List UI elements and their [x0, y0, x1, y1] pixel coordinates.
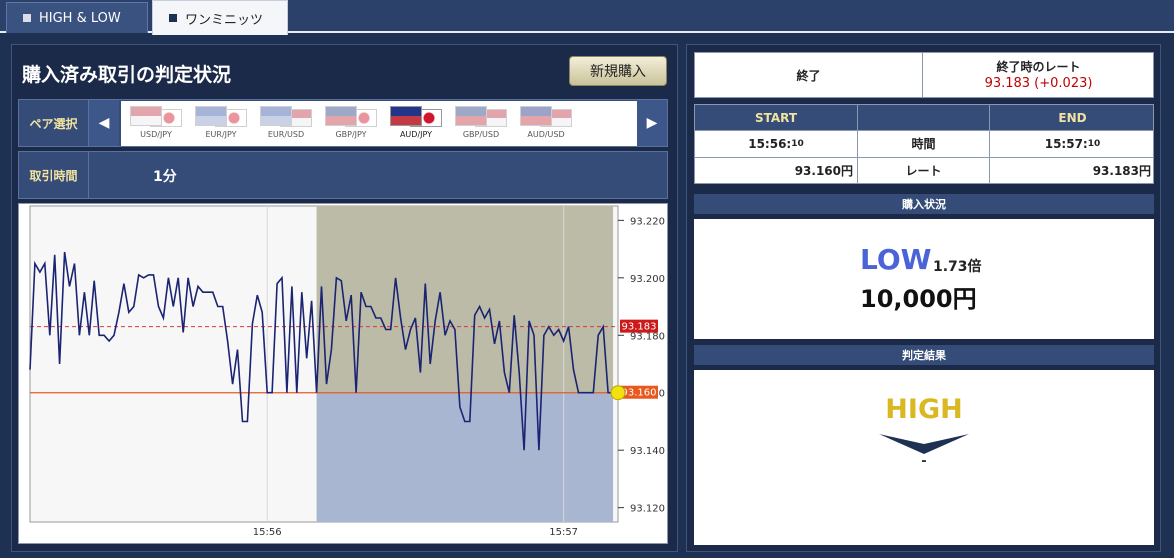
pair-next-arrow-icon[interactable]: ▶ — [637, 100, 667, 146]
judgement-result-header: 判定結果 — [694, 345, 1154, 365]
purchase-status-box: LOW 1.73倍 10,000円 — [694, 219, 1154, 339]
y-tick-label: 93.180 — [630, 331, 665, 342]
current-point — [610, 385, 626, 401]
currency-flag-icon — [195, 106, 247, 128]
end-header: END — [1058, 110, 1087, 125]
current-rate-tag: 93.183 — [622, 322, 657, 333]
tab-label: ワンミニッツ — [185, 12, 264, 28]
trade-direction: LOW — [860, 243, 932, 276]
time-label: 時間 — [911, 137, 936, 151]
start-end-table: START END 15:56: 10 時間 15:57: 10 93.160円 レ… — [694, 104, 1154, 184]
rate-label: レート — [905, 164, 942, 178]
end-summary: 終了 終了時のレート 93.183 (+0.023) — [694, 52, 1154, 98]
pair-name: GBP/USD — [462, 130, 500, 139]
pair-prev-arrow-icon[interactable]: ◀ — [89, 100, 119, 146]
pair-option-eur-jpy[interactable]: EUR/JPY — [192, 106, 250, 142]
page-title: 購入済み取引の判定状況 — [22, 64, 232, 86]
low-zone — [316, 392, 614, 522]
x-tick-label: 15:57 — [549, 527, 578, 538]
pair-name: AUD/JPY — [399, 130, 433, 139]
pair-option-aud-usd[interactable]: AUD/USD — [517, 106, 575, 142]
pair-name: USD/JPY — [140, 130, 172, 139]
currency-flag-icon — [260, 106, 312, 128]
x-tick-label: 15:56 — [253, 527, 282, 538]
pair-name: GBP/JPY — [335, 130, 367, 139]
end-rate: 93.183円 — [1092, 164, 1151, 178]
chevron-down-icon — [879, 434, 969, 454]
pair-option-eur-usd[interactable]: EUR/USD — [257, 106, 315, 142]
end-time-sec: 10 — [1087, 138, 1101, 149]
y-tick-label: 93.120 — [630, 504, 665, 515]
payout-rate: 1.73倍 — [933, 259, 982, 275]
judgement-result-box: HIGH - — [694, 370, 1154, 545]
tab-one-minute[interactable]: ワンミニッツ — [152, 0, 288, 35]
pair-name: AUD/USD — [527, 130, 565, 139]
currency-flag-icon — [520, 106, 572, 128]
end-status: 終了 — [695, 53, 923, 97]
rate-chart: 15:56 15:57 93.220 93.200 93.180 93.160 93.140… — [18, 203, 668, 544]
trade-time-row: 取引時間 1分 — [18, 151, 668, 199]
start-time-main: 15:56: — [748, 136, 792, 151]
tab-label: HIGH & LOW — [39, 10, 121, 26]
end-rate-cell: 終了時のレート 93.183 (+0.023) — [924, 53, 1153, 97]
pair-option-gbp-jpy[interactable]: GBP/JPY — [322, 106, 380, 142]
reference-rate-tag: 93.160 — [622, 388, 657, 399]
judgement-result-sub: - — [921, 454, 927, 469]
new-purchase-button[interactable]: 新規購入 — [569, 56, 667, 86]
y-tick-label: 93.140 — [630, 446, 665, 457]
judgement-result: HIGH — [885, 394, 963, 425]
end-time: 15:57: 10 — [990, 131, 1155, 156]
start-rate: 93.160円 — [794, 164, 853, 178]
currency-flag-icon — [390, 106, 442, 128]
pair-option-aud-jpy[interactable]: AUD/JPY — [387, 106, 445, 142]
start-time-sec: 10 — [791, 138, 804, 149]
trade-time-value: 1分 — [153, 169, 177, 185]
tab-square-icon — [23, 14, 31, 22]
purchase-status-header: 購入状況 — [694, 194, 1154, 214]
tab-bar: HIGH & LOW ワンミニッツ — [0, 0, 1174, 35]
y-tick-label: 93.200 — [630, 274, 665, 285]
currency-flag-icon — [325, 106, 377, 128]
pair-list: USD/JPY EUR/JPY EUR/USD GBP/JPY AUD/JPY GBP/U… — [121, 101, 637, 146]
purchase-amount: 10,000円 — [860, 285, 977, 313]
start-end-header: START END — [695, 105, 1153, 130]
pair-select-label: ペア選択 — [19, 100, 89, 146]
end-time-main: 15:57: — [1044, 136, 1088, 151]
pair-name: EUR/JPY — [205, 130, 237, 139]
end-rate-value: 93.183 (+0.023) — [984, 76, 1093, 91]
start-header: START — [754, 110, 798, 125]
tab-square-icon — [169, 14, 177, 22]
end-rate-label: 終了時のレート — [996, 60, 1081, 74]
trade-time-label: 取引時間 — [19, 152, 89, 198]
currency-flag-icon — [455, 106, 507, 128]
pair-option-gbp-usd[interactable]: GBP/USD — [452, 106, 510, 142]
tab-high-low[interactable]: HIGH & LOW — [6, 2, 148, 33]
currency-flag-icon — [130, 106, 182, 128]
pair-select-row: ペア選択 ◀ USD/JPY EUR/JPY EUR/USD GBP/JPY AUD/J… — [18, 99, 668, 147]
start-time: 15:56: 10 — [695, 131, 857, 156]
rate-chart-svg: 15:56 15:57 93.220 93.200 93.180 93.160 93.140… — [29, 205, 665, 538]
pair-option-usd-jpy[interactable]: USD/JPY — [127, 106, 185, 142]
y-tick-label: 93.220 — [630, 216, 665, 227]
pair-name: EUR/USD — [267, 130, 305, 139]
